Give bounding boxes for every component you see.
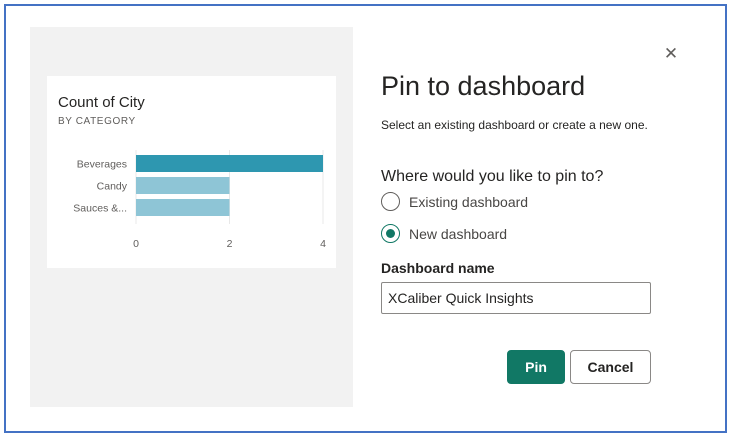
visual-tile: Count of City BY CATEGORY Beverages Candy… — [47, 76, 336, 268]
existing-dashboard-radio[interactable] — [381, 192, 400, 211]
dashboard-name-input[interactable] — [381, 282, 651, 314]
existing-dashboard-option[interactable]: Existing dashboard — [381, 192, 528, 211]
dashboard-name-label: Dashboard name — [381, 260, 495, 276]
x-tick-label: 0 — [133, 238, 139, 250]
bar[interactable] — [136, 177, 230, 194]
close-icon[interactable]: ✕ — [663, 45, 679, 62]
tile-preview-pane: Count of City BY CATEGORY Beverages Candy… — [30, 27, 353, 407]
existing-dashboard-label: Existing dashboard — [409, 193, 529, 210]
new-dashboard-option[interactable]: New dashboard — [381, 224, 507, 243]
cancel-button[interactable]: Cancel — [570, 350, 651, 384]
pin-button[interactable]: Pin — [507, 350, 565, 384]
bar[interactable] — [136, 155, 323, 172]
dialog-title: Pin to dashboard — [381, 71, 586, 101]
category-label: Sauces &... — [73, 203, 127, 215]
category-label: Beverages — [77, 159, 127, 171]
new-dashboard-radio[interactable] — [381, 224, 400, 243]
dialog-description: Select an existing dashboard or create a… — [381, 118, 648, 132]
x-tick-label: 4 — [320, 238, 326, 250]
pin-location-question: Where would you like to pin to? — [381, 168, 604, 185]
bar[interactable] — [136, 199, 230, 216]
bar-chart: Beverages Candy Sauces &... 0 2 4 — [73, 150, 326, 250]
category-label: Candy — [97, 181, 128, 193]
x-tick-label: 2 — [227, 238, 233, 250]
new-dashboard-label: New dashboard — [409, 225, 508, 242]
